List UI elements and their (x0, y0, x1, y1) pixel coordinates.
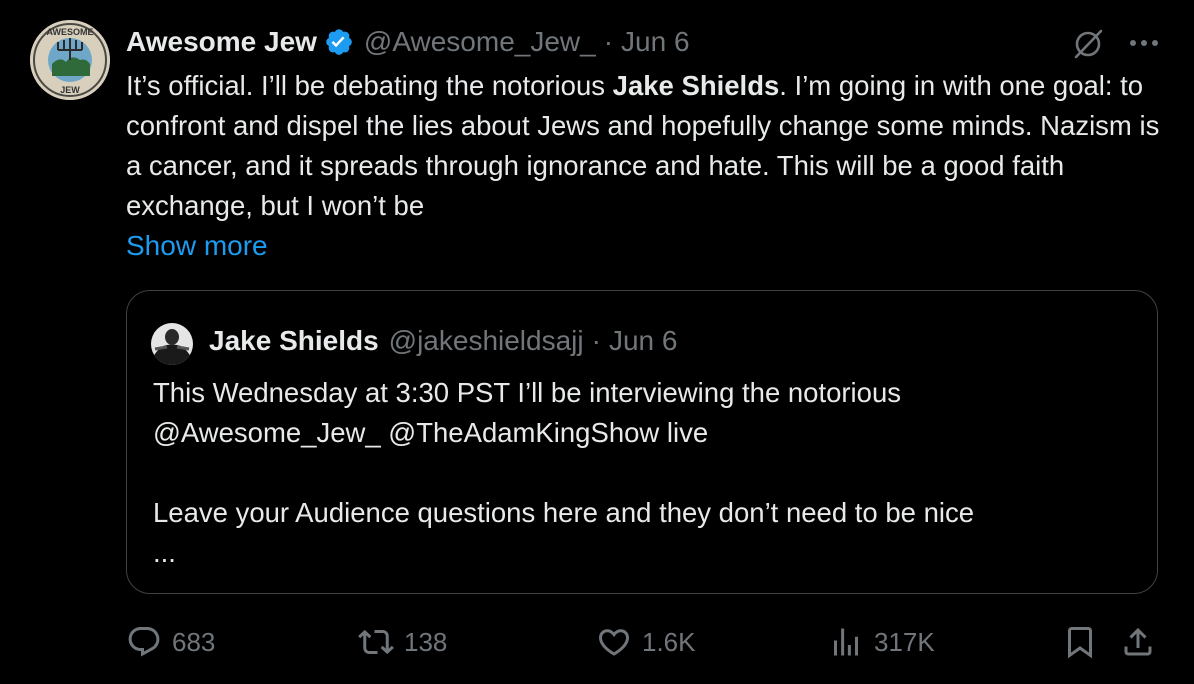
tweet[interactable]: AWESOME JEW Awesome Jew @Awesome_Jew_ · … (0, 0, 1194, 684)
verified-badge-icon[interactable] (324, 27, 354, 57)
quoted-line-1: This Wednesday at 3:30 PST I’ll be inter… (153, 377, 902, 408)
avatar-text-bottom: JEW (60, 85, 80, 95)
action-bar: 683 138 1.6K 317K (126, 620, 1166, 664)
tweet-text-part1: It’s official. I’ll be debating the noto… (126, 70, 613, 101)
share-button[interactable] (1120, 620, 1156, 664)
reply-count: 683 (172, 626, 216, 657)
repost-count: 138 (404, 626, 448, 657)
author-avatar[interactable]: AWESOME JEW (30, 20, 110, 100)
show-more-link[interactable]: Show more (126, 226, 268, 266)
reply-icon (126, 624, 162, 660)
views-count: 317K (874, 626, 935, 657)
views-button[interactable]: 317K (828, 620, 935, 664)
bookmark-button[interactable] (1062, 620, 1098, 664)
quoted-header: Jake Shields @jakeshieldsajj · Jun 6 (209, 321, 677, 361)
quoted-line-2: @Awesome_Jew_ @TheAdamKingShow live (153, 417, 709, 448)
quoted-author-name[interactable]: Jake Shields (209, 325, 379, 357)
avatar-logo: AWESOME JEW (30, 20, 110, 100)
quoted-author-handle[interactable]: @jakeshieldsajj (389, 325, 584, 357)
separator-dot: · (603, 26, 614, 57)
quoted-tweet[interactable]: Jake Shields @jakeshieldsajj · Jun 6 Thi… (126, 290, 1158, 594)
more-icon[interactable] (1126, 28, 1162, 58)
bookmark-icon (1062, 624, 1098, 660)
quoted-date[interactable]: Jun 6 (609, 325, 678, 357)
author-name[interactable]: Awesome Jew (126, 26, 317, 58)
quoted-author-avatar[interactable] (151, 323, 193, 365)
author-handle[interactable]: @Awesome_Jew_ (364, 26, 596, 58)
grok-icon[interactable] (1070, 26, 1106, 62)
like-count: 1.6K (642, 626, 696, 657)
avatar-text-top: AWESOME (46, 27, 93, 37)
share-icon (1120, 624, 1156, 660)
tweet-header: Awesome Jew @Awesome_Jew_ · Jun 6 (126, 22, 690, 62)
quoted-line-3: Leave your Audience questions here and t… (153, 497, 975, 528)
quoted-ellipsis: ... (153, 537, 176, 568)
like-button[interactable]: 1.6K (596, 620, 696, 664)
repost-icon (358, 624, 394, 660)
mention-bold: Jake Shields (612, 70, 780, 101)
views-icon (828, 624, 864, 660)
tweet-date[interactable]: Jun 6 (621, 26, 690, 58)
quoted-text: This Wednesday at 3:30 PST I’ll be inter… (153, 373, 1133, 573)
repost-button[interactable]: 138 (358, 620, 447, 664)
tweet-text: It’s official. I’ll be debating the noto… (126, 66, 1166, 226)
like-icon (596, 624, 632, 660)
quoted-separator-dot: · (591, 325, 601, 356)
reply-button[interactable]: 683 (126, 620, 215, 664)
